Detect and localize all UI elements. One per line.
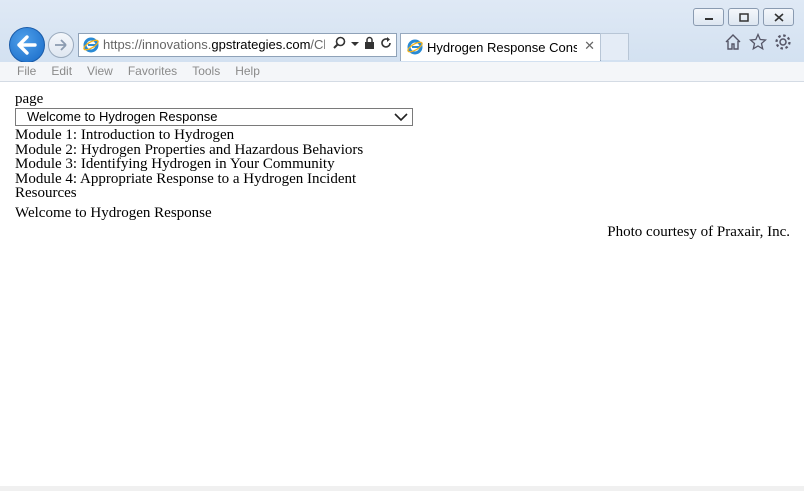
maximize-icon[interactable] — [728, 8, 759, 26]
back-button[interactable] — [9, 27, 45, 63]
module-link-4[interactable]: Module 4: Appropriate Response to a Hydr… — [15, 171, 790, 187]
url-suffix: /Clie — [310, 37, 325, 52]
tab-title: Hydrogen Response Consi... — [427, 40, 577, 55]
new-tab-button[interactable] — [600, 33, 629, 60]
page-select-value: Welcome to Hydrogen Response — [27, 109, 218, 124]
welcome-heading: Welcome to Hydrogen Response — [15, 204, 212, 221]
ie-logo-icon — [407, 39, 423, 55]
favorites-star-icon[interactable] — [749, 33, 767, 51]
minimize-icon[interactable] — [693, 8, 724, 26]
search-icon[interactable] — [333, 36, 346, 50]
forward-arrow-icon — [55, 39, 67, 51]
close-icon[interactable] — [763, 8, 794, 26]
dropdown-arrow-icon[interactable] — [351, 36, 359, 50]
menu-favorites[interactable]: Favorites — [128, 62, 177, 81]
page-content: page Welcome to Hydrogen Response Module… — [15, 91, 790, 241]
module-list: Module 1: Introduction to Hydrogen Modul… — [15, 128, 790, 201]
photo-credit: Photo courtesy of Praxair, Inc. — [607, 223, 790, 240]
menu-bar: File Edit View Favorites Tools Help — [0, 62, 804, 82]
lock-icon[interactable] — [364, 36, 375, 50]
page-select-label: page — [15, 91, 44, 107]
forward-button[interactable] — [48, 32, 74, 58]
url-host: gpstrategies.com — [211, 37, 311, 52]
menu-help[interactable]: Help — [235, 62, 260, 81]
toolbar-icons — [724, 33, 792, 51]
menu-file[interactable]: File — [17, 62, 36, 81]
tab-hydrogen-response[interactable]: Hydrogen Response Consi... ✕ — [400, 33, 601, 61]
module-link-1[interactable]: Module 1: Introduction to Hydrogen — [15, 128, 790, 143]
menu-tools[interactable]: Tools — [192, 62, 220, 81]
menu-view[interactable]: View — [87, 62, 113, 81]
url-prefix: https://innovations. — [103, 37, 212, 52]
ie-logo-icon — [83, 37, 99, 53]
back-arrow-icon — [17, 35, 37, 55]
address-tools — [333, 36, 392, 50]
module-link-2[interactable]: Module 2: Hydrogen Properties and Hazard… — [15, 142, 790, 158]
settings-gear-icon[interactable] — [774, 33, 792, 51]
url-text[interactable]: https://innovations.gpstrategies.com/Cli… — [103, 37, 325, 52]
chevron-down-icon — [394, 113, 408, 122]
tab-close-icon[interactable]: ✕ — [584, 39, 595, 54]
browser-chrome: https://innovations.gpstrategies.com/Cli… — [0, 0, 804, 63]
resources-link[interactable]: Resources — [15, 186, 790, 201]
home-icon[interactable] — [724, 33, 742, 51]
refresh-icon[interactable] — [380, 36, 392, 50]
window-controls — [693, 8, 794, 26]
address-bar[interactable]: https://innovations.gpstrategies.com/Cli… — [78, 33, 397, 57]
menu-edit[interactable]: Edit — [51, 62, 72, 81]
module-link-3[interactable]: Module 3: Identifying Hydrogen in Your C… — [15, 157, 790, 172]
page-select[interactable]: Welcome to Hydrogen Response — [15, 108, 413, 126]
status-bar — [0, 486, 804, 491]
